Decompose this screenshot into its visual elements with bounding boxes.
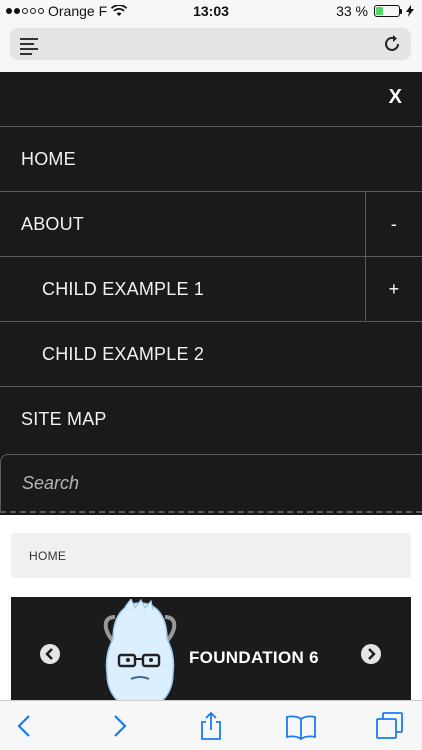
hero-slider: FOUNDATION 6: [11, 597, 411, 707]
back-icon[interactable]: [10, 711, 40, 741]
menu-item-label: CHILD EXAMPLE 2: [42, 344, 205, 364]
tabs-icon[interactable]: [375, 711, 405, 741]
address-bar[interactable]: [10, 28, 411, 60]
breadcrumb-item-home[interactable]: HOME: [29, 549, 66, 563]
breadcrumb: HOME: [11, 533, 411, 578]
search-input[interactable]: [1, 455, 422, 511]
submenu-collapse-button[interactable]: -: [365, 192, 422, 256]
menu-item-child-example-2[interactable]: CHILD EXAMPLE 2: [0, 322, 422, 387]
slide-title: FOUNDATION 6: [189, 648, 319, 667]
yeti-mascot-illustration: [103, 599, 177, 707]
menu-item-label: CHILD EXAMPLE 1: [42, 279, 205, 299]
chevron-left-icon[interactable]: [40, 644, 60, 664]
submenu-expand-button[interactable]: +: [365, 257, 422, 321]
menu-close-row: X: [0, 72, 422, 127]
reader-lines-icon[interactable]: [20, 38, 38, 58]
menu-item-about[interactable]: ABOUT -: [0, 192, 422, 257]
share-icon[interactable]: [196, 711, 226, 741]
bookmarks-icon[interactable]: [286, 711, 316, 741]
menu-item-label: SITE MAP: [21, 409, 107, 429]
chevron-right-icon[interactable]: [361, 644, 381, 664]
offcanvas-menu: X HOME ABOUT - CHILD EXAMPLE 1 + CHILD E…: [0, 72, 422, 515]
status-bar: Orange F 13:03 33 %: [0, 0, 422, 22]
battery-percent: 33 %: [336, 3, 368, 19]
browser-header: [0, 22, 422, 72]
menu-item-label: HOME: [21, 149, 76, 169]
menu-item-label: ABOUT: [21, 214, 85, 234]
forward-icon[interactable]: [104, 711, 134, 741]
search-box: [0, 454, 422, 513]
menu-item-site-map[interactable]: SITE MAP: [0, 387, 422, 452]
charging-icon: [406, 5, 414, 17]
menu-item-child-example-1[interactable]: CHILD EXAMPLE 1 +: [0, 257, 422, 322]
close-menu-button[interactable]: X: [389, 86, 402, 109]
battery-icon: [374, 5, 402, 17]
reload-icon[interactable]: [381, 33, 403, 55]
menu-item-home[interactable]: HOME: [0, 127, 422, 192]
browser-toolbar: [0, 700, 422, 750]
